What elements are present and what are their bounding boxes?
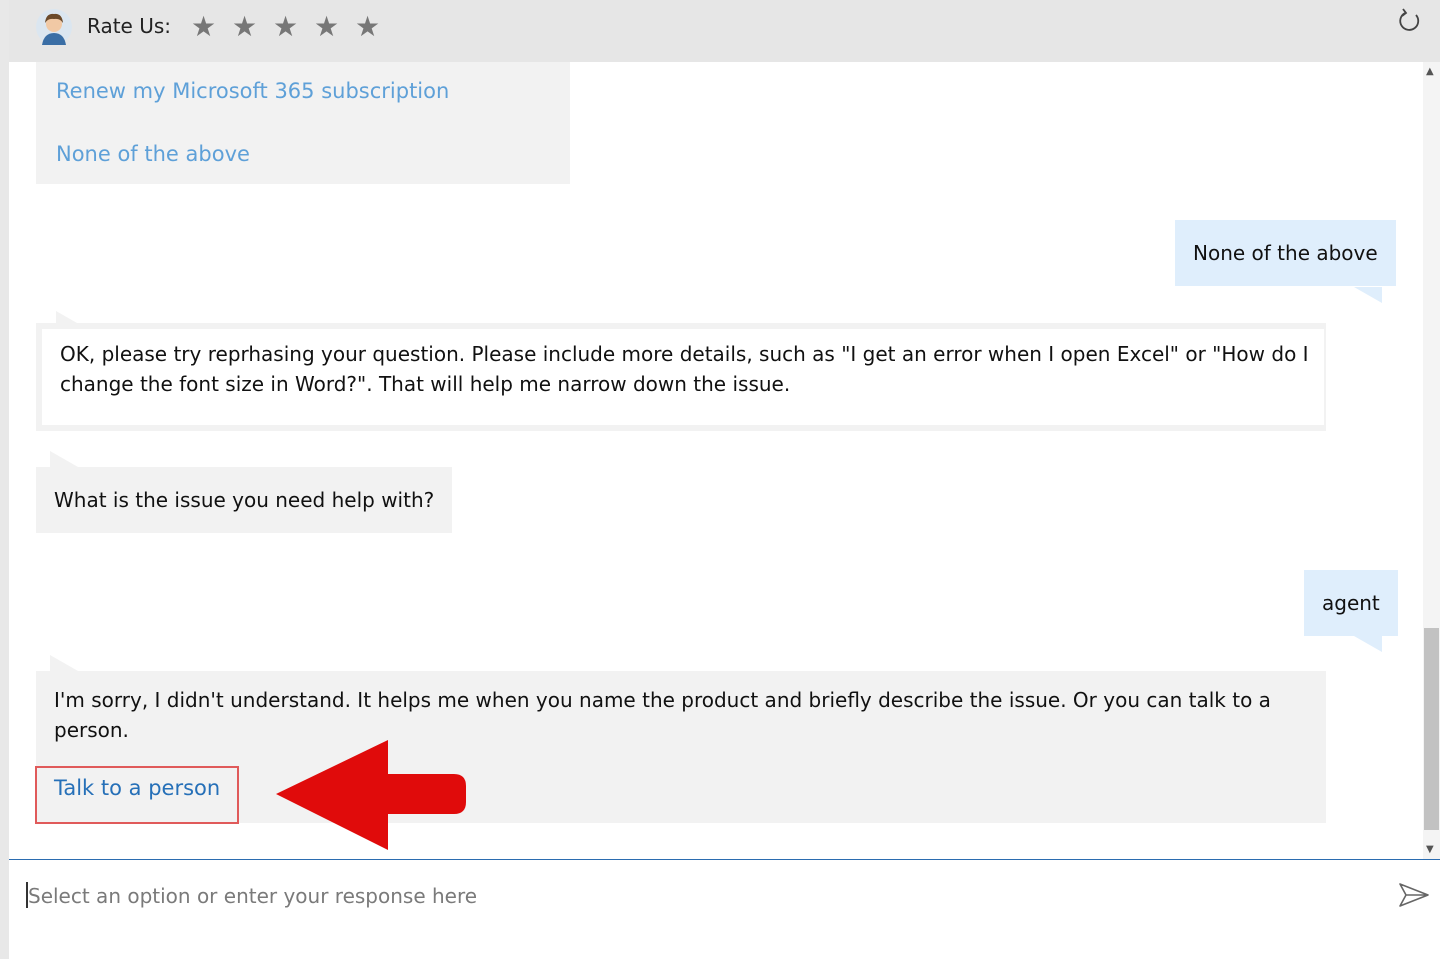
user-message-text: agent — [1322, 591, 1380, 615]
bot-message-text: OK, please try reprhasing your question.… — [42, 329, 1324, 425]
bot-bubble-tail — [50, 451, 78, 467]
chat-transcript: Renew my Microsoft 365 subscription None… — [9, 62, 1423, 859]
star-icon-1[interactable]: ★ — [183, 10, 224, 44]
chat-header: Rate Us: ★ ★ ★ ★ ★ — [9, 0, 1440, 62]
user-message-text: None of the above — [1193, 241, 1378, 265]
bot-message-text: I'm sorry, I didn't understand. It helps… — [54, 688, 1271, 742]
option-none-of-the-above[interactable]: None of the above — [56, 139, 250, 169]
rate-us-label: Rate Us: — [87, 14, 172, 38]
bot-message-bubble: What is the issue you need help with? — [36, 467, 453, 533]
star-icon-5[interactable]: ★ — [347, 10, 388, 44]
text-caret — [26, 882, 28, 908]
refresh-icon[interactable] — [1396, 8, 1422, 34]
send-icon[interactable] — [1398, 882, 1430, 908]
star-icon-2[interactable]: ★ — [224, 10, 265, 44]
agent-avatar-icon — [36, 9, 72, 45]
user-message-bubble: agent — [1304, 570, 1398, 636]
option-renew-subscription[interactable]: Renew my Microsoft 365 subscription — [56, 76, 449, 106]
user-message-bubble: None of the above — [1175, 220, 1396, 286]
suggested-options-card: Renew my Microsoft 365 subscription None… — [36, 62, 570, 184]
highlight-annotation-box — [35, 766, 239, 824]
scroll-down-icon[interactable]: ▼ — [1426, 844, 1434, 855]
star-rating: ★ ★ ★ ★ ★ — [183, 10, 388, 44]
star-icon-4[interactable]: ★ — [306, 10, 347, 44]
bot-message-card: OK, please try reprhasing your question.… — [36, 323, 1326, 431]
scroll-up-icon[interactable]: ▲ — [1426, 66, 1434, 77]
user-bubble-tail — [1354, 287, 1382, 303]
bot-message-text: What is the issue you need help with? — [54, 488, 435, 512]
message-input-bar — [9, 859, 1440, 960]
left-edge-strip — [0, 0, 9, 959]
star-icon-3[interactable]: ★ — [265, 10, 306, 44]
user-bubble-tail — [1354, 636, 1382, 652]
message-input[interactable] — [26, 878, 1390, 914]
scrollbar-thumb[interactable] — [1424, 628, 1439, 830]
chat-scrollbar[interactable]: ▲ ▼ — [1423, 62, 1440, 859]
red-arrow-annotation — [276, 740, 466, 850]
bot-bubble-tail — [50, 655, 78, 671]
